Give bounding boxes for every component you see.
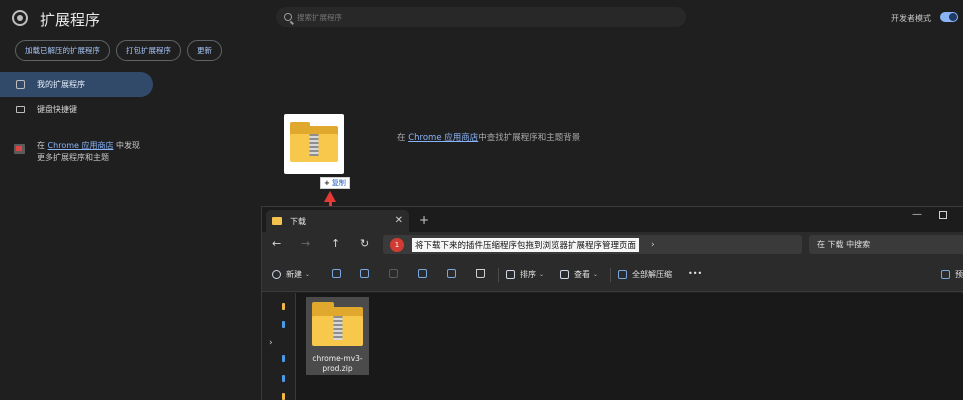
- refresh-icon[interactable]: ↻: [360, 237, 369, 250]
- sidebar: 我的扩展程序 键盘快捷键 在 Chrome 应用商店 中发现 更多扩展程序和主题: [0, 72, 155, 164]
- more-options-button[interactable]: •••: [688, 269, 702, 278]
- chrome-logo-icon: [12, 10, 28, 26]
- close-icon[interactable]: ✕: [395, 215, 403, 226]
- copy-badge: + 复制: [320, 177, 350, 189]
- sort-icon: [506, 270, 515, 279]
- explorer-toolbar: 新建 ⌄ 排序 ⌄ 查看 ⌄ 全部解压缩 ••• 预: [262, 258, 963, 292]
- plus-icon: +: [324, 179, 330, 187]
- explorer-search-box[interactable]: 在 下载 中搜索: [809, 235, 963, 254]
- nav-drive-icon[interactable]: [282, 321, 285, 328]
- search-input[interactable]: [297, 12, 657, 22]
- scissors-icon: [332, 269, 341, 278]
- pack-extension-button[interactable]: 打包扩展程序: [116, 40, 181, 61]
- sort-label: 排序: [520, 270, 536, 279]
- toolbar-divider: [610, 268, 611, 282]
- paste-button[interactable]: [389, 269, 403, 278]
- address-bar[interactable]: 1 将下载下来的插件压缩程序包拖到浏览器扩展程序管理页面 ›: [383, 235, 802, 254]
- copy-icon: [360, 269, 369, 278]
- copy-button[interactable]: [360, 269, 374, 278]
- file-name: chrome-mv3-prod.zip: [312, 354, 363, 373]
- sidebar-item-my-extensions[interactable]: 我的扩展程序: [0, 72, 153, 97]
- back-arrow-icon[interactable]: ←: [272, 237, 281, 250]
- expand-chevron-icon[interactable]: ›: [269, 338, 273, 348]
- empty-state-message: 在 Chrome 应用商店中查找扩展程序和主题背景: [397, 131, 580, 143]
- preview-pane-icon: [941, 270, 950, 279]
- extract-all-label: 全部解压缩: [632, 270, 672, 279]
- page-title: 扩展程序: [40, 11, 101, 29]
- sidebar-store-link[interactable]: Chrome 应用商店: [48, 141, 114, 150]
- maximize-icon[interactable]: [939, 211, 947, 219]
- preview-label: 预: [955, 270, 963, 279]
- navigation-pane: ›: [262, 293, 296, 400]
- sort-button[interactable]: 排序 ⌄: [506, 269, 544, 280]
- nav-drive-icon[interactable]: [282, 355, 285, 362]
- update-button[interactable]: 更新: [187, 40, 222, 61]
- empty-state-suffix: 中查找扩展程序和主题背景: [478, 133, 581, 143]
- folder-icon: [272, 217, 282, 225]
- trash-icon: [476, 269, 485, 278]
- tab-label: 下载: [290, 216, 306, 226]
- preview-pane-button[interactable]: 预: [941, 269, 963, 280]
- keyboard-icon: [16, 106, 25, 113]
- extract-all-button[interactable]: 全部解压缩: [618, 269, 672, 280]
- new-tab-button[interactable]: +: [419, 213, 429, 227]
- toolbar-divider: [498, 268, 499, 282]
- sidebar-item-label: 我的扩展程序: [37, 80, 85, 89]
- store-suffix: 中发现: [113, 141, 141, 150]
- web-store-icon: [14, 144, 25, 154]
- developer-mode-toggle[interactable]: [940, 12, 958, 22]
- zip-folder-icon: [290, 122, 338, 162]
- nav-folder-icon[interactable]: [282, 393, 285, 400]
- chevron-right-icon[interactable]: ›: [651, 240, 655, 250]
- nav-folder-icon[interactable]: [282, 303, 285, 310]
- empty-state-prefix: 在: [397, 133, 409, 143]
- view-label: 查看: [574, 270, 590, 279]
- search-box[interactable]: [276, 7, 686, 27]
- puzzle-icon: [16, 80, 25, 89]
- zip-folder-icon: [312, 302, 363, 346]
- new-label: 新建: [286, 270, 302, 279]
- file-list: chrome-mv3-prod.zip: [296, 293, 963, 400]
- extract-icon: [618, 270, 627, 279]
- view-button[interactable]: 查看 ⌄: [560, 269, 598, 280]
- plus-circle-icon: [272, 270, 281, 279]
- rename-button[interactable]: [418, 269, 432, 278]
- explorer-tab-bar: 下载 ✕ + —: [262, 207, 963, 232]
- cut-button[interactable]: [332, 269, 346, 278]
- load-unpacked-button[interactable]: 加载已解压的扩展程序: [15, 40, 110, 61]
- delete-button[interactable]: [476, 269, 490, 278]
- store-line2: 更多扩展程序和主题: [37, 153, 109, 162]
- developer-mode-label: 开发者模式: [891, 14, 931, 23]
- share-button[interactable]: [447, 269, 461, 278]
- store-prefix: 在: [37, 141, 48, 150]
- more-icon: •••: [688, 269, 703, 278]
- sidebar-item-label: 键盘快捷键: [37, 105, 77, 114]
- sidebar-store-promo: 在 Chrome 应用商店 中发现 更多扩展程序和主题: [0, 140, 155, 164]
- forward-arrow-icon[interactable]: →: [301, 237, 310, 250]
- tab-downloads[interactable]: 下载 ✕: [266, 210, 409, 232]
- up-arrow-icon[interactable]: ↑: [331, 237, 340, 250]
- paste-icon: [389, 269, 398, 278]
- new-button[interactable]: 新建 ⌄: [272, 269, 310, 280]
- instruction-text: 将下载下来的插件压缩程序包拖到浏览器扩展程序管理页面: [412, 237, 640, 252]
- action-bar: 加载已解压的扩展程序 打包扩展程序 更新: [15, 40, 222, 61]
- share-icon: [447, 269, 456, 278]
- extensions-page: 扩展程序 开发者模式 加载已解压的扩展程序 打包扩展程序 更新 我的扩展程序 键…: [0, 0, 963, 400]
- store-link[interactable]: Chrome 应用商店: [408, 133, 478, 143]
- nav-drive-icon[interactable]: [282, 375, 285, 382]
- step-badge: 1: [390, 237, 404, 252]
- file-item-zip[interactable]: chrome-mv3-prod.zip: [306, 297, 369, 375]
- sidebar-item-keyboard-shortcuts[interactable]: 键盘快捷键: [0, 97, 155, 122]
- explorer-search-placeholder: 在 下载 中搜索: [817, 240, 871, 249]
- minimize-icon[interactable]: —: [912, 209, 922, 220]
- explorer-nav-bar: ← → ↑ ↻ 1 将下载下来的插件压缩程序包拖到浏览器扩展程序管理页面 › 在…: [262, 232, 963, 258]
- dragged-zip-preview[interactable]: [284, 114, 344, 174]
- copy-label: 复制: [331, 179, 346, 187]
- file-explorer-window: 下载 ✕ + — ← → ↑ ↻ 1 将下载下来的插件压缩程序包拖到浏览器扩展程…: [261, 206, 963, 400]
- rename-icon: [418, 269, 427, 278]
- view-icon: [560, 270, 569, 279]
- top-bar: 扩展程序 开发者模式: [0, 0, 963, 36]
- search-icon: [284, 13, 292, 21]
